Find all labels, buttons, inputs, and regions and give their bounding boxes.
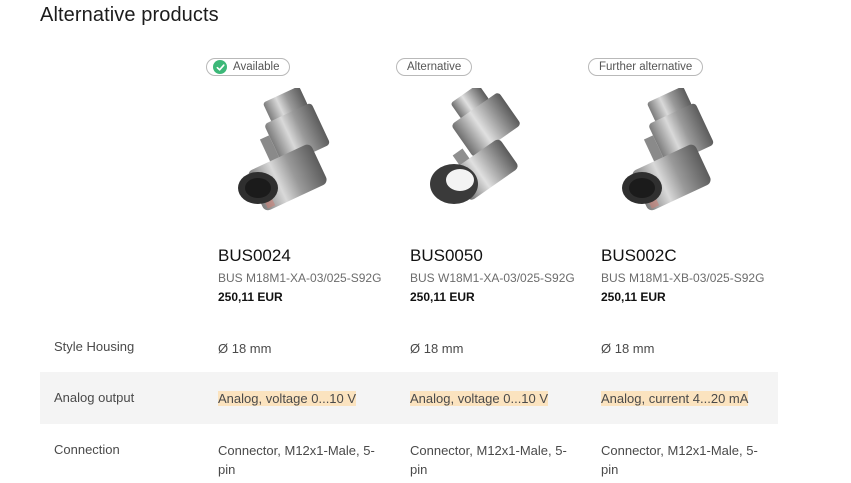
product-price: 250,11 EUR: [218, 290, 283, 304]
check-icon: [213, 60, 227, 74]
product-model: BUS M18M1-XB-03/025-S92G: [601, 271, 765, 285]
product-image[interactable]: [604, 88, 744, 216]
spec-value: Connector, M12x1-Male, 5-pin: [218, 443, 375, 477]
product-price: 250,11 EUR: [410, 290, 475, 304]
badge-label: Available: [233, 61, 280, 73]
spec-value: Connector, M12x1-Male, 5-pin: [410, 443, 567, 477]
availability-badge: Available: [206, 58, 291, 76]
product-image[interactable]: [412, 88, 552, 216]
product-image[interactable]: [220, 88, 360, 216]
spec-value: Ø 18 mm: [218, 341, 272, 356]
spec-label: Connection: [54, 442, 120, 457]
spec-value: Connector, M12x1-Male, 5-pin: [601, 443, 758, 477]
spec-label: Analog output: [54, 390, 135, 405]
badge-label: Alternative: [407, 61, 462, 73]
product-model: BUS M18M1-XA-03/025-S92G: [218, 271, 382, 285]
alternative-badge: Alternative: [396, 58, 473, 76]
product-sku[interactable]: BUS0024: [218, 246, 291, 266]
spec-value-highlight: Analog, voltage 0...10 V: [218, 391, 357, 406]
product-price: 250,11 EUR: [601, 290, 666, 304]
badge-label: Further alternative: [599, 61, 693, 73]
spec-value-highlight: Analog, voltage 0...10 V: [410, 391, 549, 406]
spec-value: Ø 18 mm: [410, 341, 464, 356]
spec-value: Ø 18 mm: [601, 341, 655, 356]
product-sku[interactable]: BUS0050: [410, 246, 483, 266]
product-sku[interactable]: BUS002C: [601, 246, 677, 266]
spec-label: Style Housing: [54, 339, 135, 354]
further-alternative-badge: Further alternative: [588, 58, 704, 76]
section-title: Alternative products: [40, 4, 219, 26]
product-model: BUS W18M1-XA-03/025-S92G: [410, 271, 575, 285]
spec-value-highlight: Analog, current 4...20 mA: [601, 391, 749, 406]
